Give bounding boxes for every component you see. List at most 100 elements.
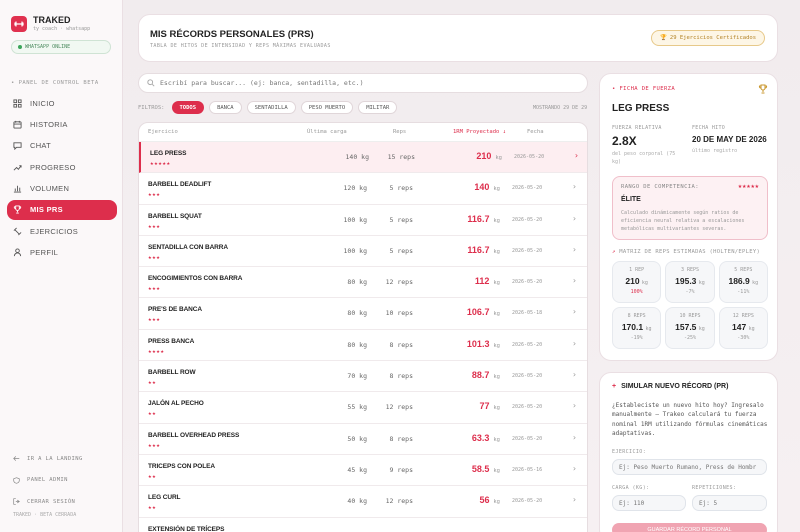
table-row[interactable]: BARBELL SQUAT ★★★ 100 kg 5 reps 116.7 kg 2026… xyxy=(139,205,587,236)
load-field[interactable] xyxy=(612,495,686,511)
reps-value: 10 reps xyxy=(385,309,413,318)
reps-value: 8 reps xyxy=(389,340,413,349)
certified-badge: 🏆 29 Ejercicios Certificados xyxy=(651,30,765,46)
rating-stars: ★★★★★ xyxy=(150,160,171,167)
strength-card-title: LEG PRESS xyxy=(612,103,670,114)
sidebar-item-chat[interactable]: CHAT xyxy=(7,136,117,156)
sidebar-item-perfil[interactable]: PERFIL xyxy=(7,243,117,263)
projected-1rm: 116.7 kg xyxy=(454,214,500,224)
chevron-right-icon[interactable]: › xyxy=(572,276,580,285)
table-row[interactable]: BARBELL DEADLIFT ★★★ 120 kg 5 reps 140 kg 202… xyxy=(139,173,587,205)
dumbbell-logo-icon xyxy=(11,15,27,32)
col-exercise[interactable]: Ejercicio xyxy=(148,129,178,135)
projected-1rm-value: 63.3 xyxy=(471,432,490,443)
table-row[interactable]: TRICEPS CON POLEA ★★ 45 kg 9 reps 58.5 kg 202… xyxy=(139,455,587,487)
sidebar-item-progreso[interactable]: PROGRESO xyxy=(7,157,117,177)
filter-chip-sentadilla[interactable]: SENTADILLA xyxy=(246,101,296,114)
last-load: 50 kg xyxy=(347,434,367,443)
projected-1rm: 101.3 kg xyxy=(454,339,500,349)
chevron-right-icon[interactable]: › xyxy=(574,151,582,160)
user-icon xyxy=(13,248,22,257)
projected-1rm-unit: kg xyxy=(493,467,500,474)
sidebar-item-label: VOLUMEN xyxy=(30,184,70,194)
relative-strength-value: 2.8X xyxy=(612,134,637,148)
certified-badge-label: 29 Ejercicios Certificados xyxy=(669,35,756,41)
exercise-name: BARBELL OVERHEAD PRESS xyxy=(148,431,240,439)
projected-1rm-value: 140 xyxy=(474,182,490,193)
reps-field-label: REPETICIONES: xyxy=(692,485,737,491)
reps-value: 5 reps xyxy=(389,184,413,193)
matrix-value-unit: kg xyxy=(645,326,652,332)
brand[interactable]: TRAKED ty coach · whatsapp xyxy=(11,15,90,32)
table-row[interactable]: PRESS BANCA ★★★★ 80 kg 8 reps 101.3 kg 2026-0… xyxy=(139,330,587,362)
table-row[interactable]: BARBELL OVERHEAD PRESS ★★★ 50 kg 8 reps 63.3… xyxy=(139,424,587,455)
col-1rm[interactable]: 1RM Proyectado ↓ xyxy=(453,129,506,135)
table-row[interactable]: LEG CURL ★★ 40 kg 12 reps 56 kg 2026-05-20 › xyxy=(139,486,587,518)
save-record-button[interactable]: GUARDAR RÉCORD PERSONAL xyxy=(612,523,767,532)
exercise-field-label: EJERCICIO: xyxy=(612,449,647,455)
search-input[interactable] xyxy=(160,79,560,87)
chevron-right-icon[interactable]: › xyxy=(572,495,580,504)
chevron-right-icon[interactable]: › xyxy=(572,433,580,442)
filter-chip-peso-muerto[interactable]: PESO MUERTO xyxy=(300,101,354,114)
chevron-right-icon[interactable]: › xyxy=(572,214,580,223)
chevron-right-icon[interactable]: › xyxy=(572,401,580,410)
sidebar-item-volumen[interactable]: VOLUMEN xyxy=(7,179,117,199)
table-body: LEG PRESS ★★★★★ 140 kg 15 reps 210 kg 2026-05… xyxy=(139,142,587,532)
landing-link[interactable]: IR A LA LANDING xyxy=(13,448,113,470)
matrix-value-number: 170.1 xyxy=(621,322,644,332)
chevron-right-icon[interactable]: › xyxy=(572,464,580,473)
last-load: 100 kg xyxy=(343,246,367,255)
reps-field[interactable] xyxy=(692,495,767,511)
col-load[interactable]: Última carga xyxy=(307,129,347,135)
trophy-icon xyxy=(13,205,22,215)
projected-1rm: 56 kg xyxy=(454,495,500,505)
chevron-right-icon[interactable]: › xyxy=(572,339,580,348)
projected-1rm-unit: kg xyxy=(493,499,500,506)
logout-link[interactable]: CERRAR SESIÓN xyxy=(13,491,113,513)
chevron-right-icon[interactable]: › xyxy=(572,245,580,254)
matrix-reps: 8 REPS xyxy=(627,313,646,319)
table-row[interactable]: SENTADILLA CON BARRA ★★★ 100 kg 5 reps 116.7… xyxy=(139,236,587,268)
record-date: 2026-05-20 xyxy=(512,185,543,192)
exercise-field[interactable] xyxy=(612,459,767,475)
record-date: 2026-05-20 xyxy=(512,279,543,286)
chevron-right-icon[interactable]: › xyxy=(572,182,580,191)
sidebar-item-inicio[interactable]: INICIO xyxy=(7,93,117,113)
admin-panel-link[interactable]: PANEL ADMIN xyxy=(13,470,113,492)
rating-stars: ★★★ xyxy=(148,316,161,324)
table-row[interactable]: JALÓN AL PECHO ★★ 55 kg 12 reps 77 kg 2026-05… xyxy=(139,392,587,424)
sidebar-item-historia[interactable]: HISTORIA xyxy=(7,114,117,134)
table-row[interactable]: ENCOGIMIENTOS CON BARRA ★★★ 80 kg 12 reps 11… xyxy=(139,267,587,299)
table-row[interactable]: EXTENSIÓN DE TRÍCEPS xyxy=(139,518,587,532)
chevron-right-icon[interactable]: › xyxy=(572,307,580,316)
matrix-value-unit: kg xyxy=(752,280,759,286)
projected-1rm: 116.7 kg xyxy=(454,245,500,255)
reps-value: 9 reps xyxy=(389,465,413,474)
matrix-value-unit: kg xyxy=(698,280,705,286)
last-load: 40 kg xyxy=(347,497,367,506)
table-row[interactable]: BARBELL ROW ★★ 70 kg 8 reps 88.7 kg 2026-05-2… xyxy=(139,361,587,393)
projected-1rm-value: 106.7 xyxy=(466,307,490,318)
projected-1rm-value: 210 xyxy=(476,151,492,161)
search-bar[interactable] xyxy=(138,73,588,93)
bar-chart-icon xyxy=(13,185,22,193)
sidebar-item-label: CHAT xyxy=(30,141,52,151)
chevron-right-icon[interactable]: › xyxy=(572,370,580,379)
table-row[interactable]: LEG PRESS ★★★★★ 140 kg 15 reps 210 kg 2026-05… xyxy=(139,142,587,174)
filter-chip-banca[interactable]: BANCA xyxy=(209,101,242,114)
filter-chip-todos[interactable]: TODOS xyxy=(171,101,205,114)
last-load: 45 kg xyxy=(347,465,367,474)
sidebar-item-ejercicios[interactable]: EJERCICIOS xyxy=(7,221,117,241)
matrix-value-unit: kg xyxy=(748,326,755,332)
projected-1rm-value: 116.7 xyxy=(467,213,490,224)
col-date[interactable]: Fecha xyxy=(527,129,544,135)
projected-1rm: 58.5 kg xyxy=(454,464,500,474)
table-row[interactable]: PRE'S DE BANCA ★★★ 80 kg 10 reps 106.7 kg 202… xyxy=(139,298,587,330)
exercise-name: JALÓN AL PECHO xyxy=(148,400,204,408)
projected-1rm-unit: kg xyxy=(493,405,500,412)
projected-1rm-unit: kg xyxy=(493,342,500,349)
col-reps[interactable]: Reps xyxy=(393,129,406,135)
sidebar-item-mis-prs[interactable]: MIS PRS xyxy=(7,199,117,220)
filter-chip-militar[interactable]: MILITAR xyxy=(358,101,398,114)
